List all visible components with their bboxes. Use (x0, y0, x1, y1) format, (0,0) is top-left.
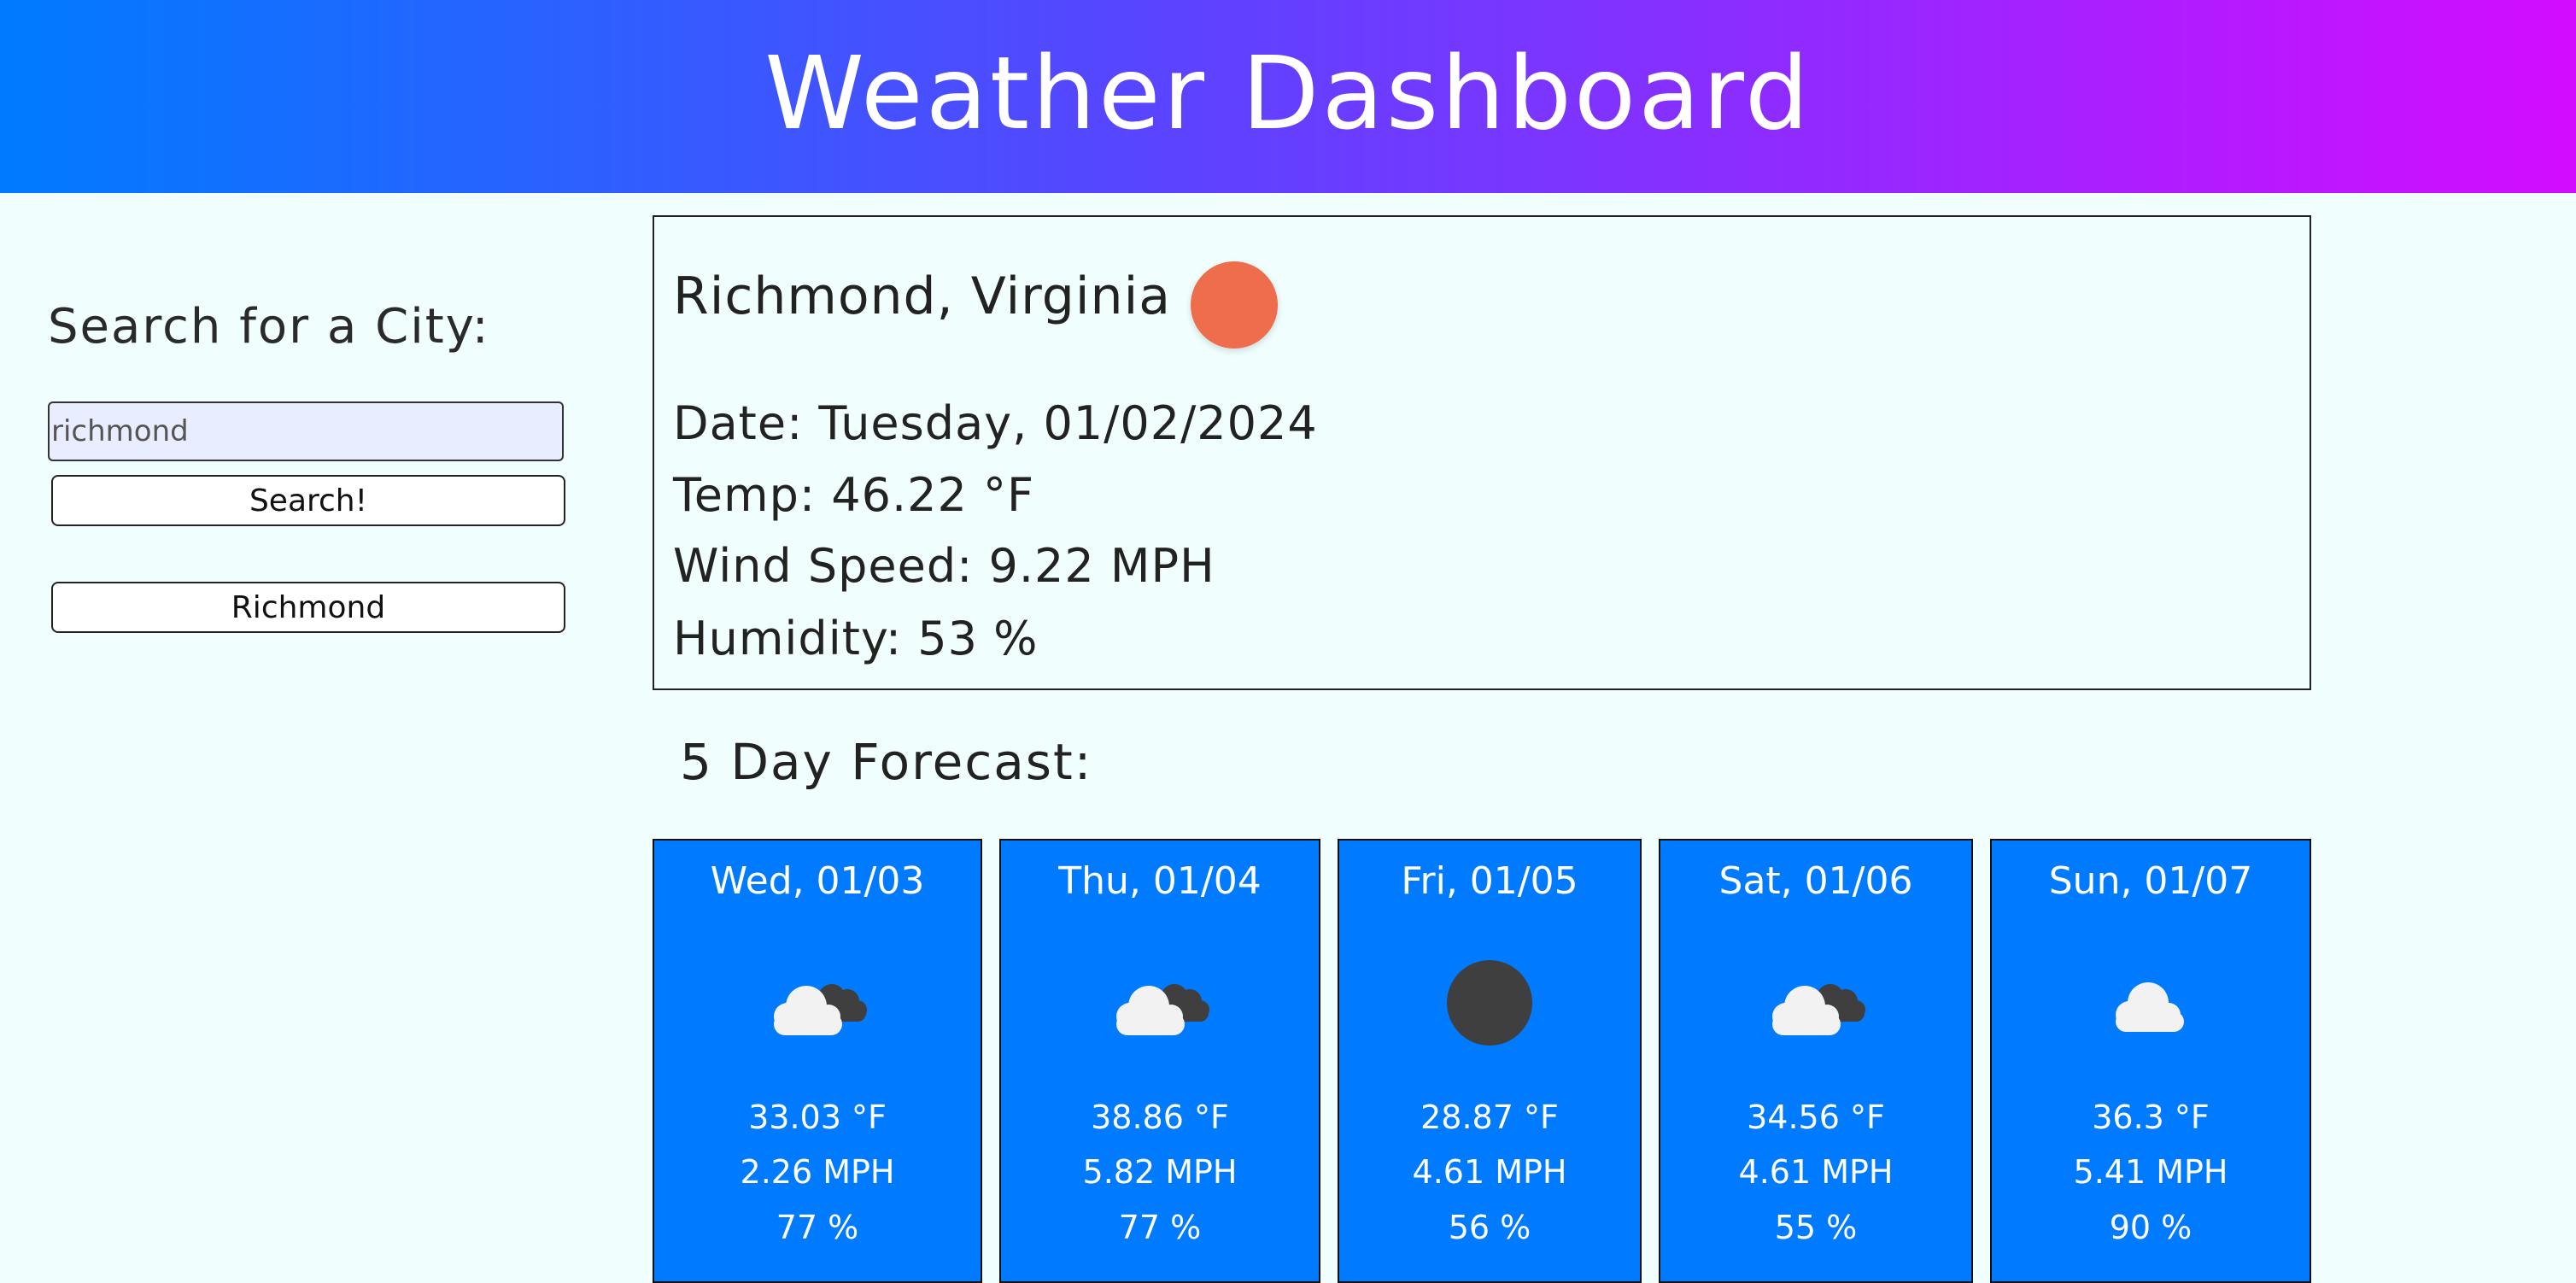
forecast-wind: 4.61 MPH (1412, 1153, 1567, 1191)
current-wind: Wind Speed: 9.22 MPH (673, 539, 1215, 593)
forecast-wind: 2.26 MPH (740, 1153, 895, 1191)
forecast-wind: 5.82 MPH (1082, 1153, 1238, 1191)
broken-clouds-icon (774, 984, 867, 1035)
forecast-date: Fri, 01/05 (1401, 859, 1578, 903)
forecast-temp: 38.86 °F (1091, 1098, 1229, 1136)
broken-clouds-icon (1772, 984, 1865, 1035)
search-button[interactable]: Search! (51, 475, 565, 526)
forecast-date: Wed, 01/03 (710, 859, 925, 903)
search-sidebar: Search for a City: Search! Richmond (48, 299, 569, 633)
forecast-date: Thu, 01/04 (1058, 859, 1262, 903)
forecast-temp: 36.3 °F (2092, 1098, 2210, 1136)
forecast-title: 5 Day Forecast: (680, 733, 1093, 791)
clear-night-icon (1447, 960, 1532, 1046)
forecast-humidity: 77 % (1118, 1209, 1202, 1246)
history-button-richmond[interactable]: Richmond (51, 582, 565, 633)
forecast-temp: 33.03 °F (748, 1098, 887, 1136)
current-weather-panel: Richmond, Virginia Date: Tuesday, 01/02/… (653, 215, 2311, 690)
city-search-input[interactable] (48, 401, 564, 461)
forecast-date: Sat, 01/06 (1718, 859, 1913, 903)
forecast-wind: 5.41 MPH (2073, 1153, 2228, 1191)
forecast-humidity: 77 % (776, 1209, 859, 1246)
forecast-card: Fri, 01/05 28.87 °F 4.61 MPH 56 % (1338, 839, 1642, 1283)
current-city-name: Richmond, Virginia (673, 267, 1172, 326)
forecast-card: Sun, 01/07 36.3 °F 5.41 MPH 90 % (1990, 839, 2311, 1283)
page-title: Weather Dashboard (764, 34, 1812, 152)
forecast-card: Wed, 01/03 33.03 °F 2.26 MPH 77 % (653, 839, 982, 1283)
forecast-humidity: 56 % (1448, 1209, 1531, 1246)
forecast-wind: 4.61 MPH (1738, 1153, 1894, 1191)
clear-sun-icon (1191, 261, 1278, 349)
current-humidity: Humidity: 53 % (673, 612, 1039, 665)
forecast-temp: 34.56 °F (1747, 1098, 1885, 1136)
current-temp: Temp: 46.22 °F (673, 468, 1035, 522)
search-title: Search for a City: (48, 299, 490, 354)
current-date: Date: Tuesday, 01/02/2024 (673, 396, 1318, 450)
forecast-humidity: 90 % (2109, 1209, 2193, 1246)
forecast-temp: 28.87 °F (1420, 1098, 1559, 1136)
forecast-card: Sat, 01/06 34.56 °F 4.61 MPH 55 % (1659, 839, 1973, 1283)
forecast-humidity: 55 % (1774, 1209, 1858, 1246)
page-header: Weather Dashboard (0, 0, 2576, 193)
broken-clouds-icon (1116, 984, 1209, 1035)
cloud-icon (2116, 982, 2184, 1032)
forecast-card: Thu, 01/04 38.86 °F 5.82 MPH 77 % (999, 839, 1320, 1283)
forecast-date: Sun, 01/07 (2048, 859, 2253, 903)
